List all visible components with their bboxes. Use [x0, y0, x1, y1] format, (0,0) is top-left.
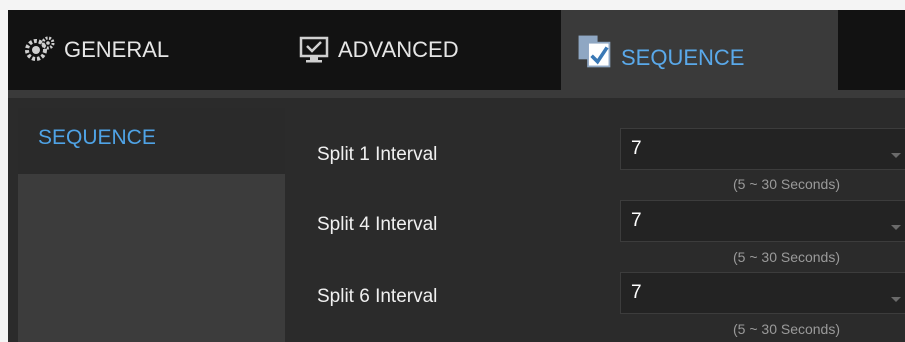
split1-interval-select[interactable]: 7 [620, 128, 905, 170]
tab-advanced[interactable]: ADVANCED [298, 10, 459, 90]
settings-panel: Split 1 Interval 7 (5 ~ 30 Seconds) Spli… [295, 108, 905, 342]
tab-general[interactable]: GENERAL [24, 10, 169, 90]
chevron-down-icon [891, 225, 901, 230]
sequence-icon [578, 35, 611, 68]
split6-interval-label: Split 6 Interval [317, 286, 438, 307]
split1-interval-value: 7 [631, 138, 642, 159]
chevron-down-icon [891, 297, 901, 302]
split6-interval-hint: (5 ~ 30 Seconds) [733, 321, 841, 337]
tab-underline-band [8, 90, 905, 98]
split4-interval-label: Split 4 Interval [317, 214, 438, 235]
monitor-icon [299, 36, 329, 63]
chevron-down-icon [891, 153, 901, 158]
gear-icon [25, 36, 55, 61]
tab-sequence-label: SEQUENCE [621, 45, 745, 70]
split1-interval-label: Split 1 Interval [317, 144, 438, 165]
tab-general-label: GENERAL [64, 37, 170, 62]
split4-interval-value: 7 [631, 210, 642, 231]
split4-interval-select[interactable]: 7 [620, 200, 905, 242]
sidebar: SEQUENCE [18, 108, 285, 342]
tab-advanced-label: ADVANCED [338, 37, 459, 62]
tab-bar: GENERAL ADVANCED SEQUENCE [8, 10, 905, 92]
split1-interval-hint: (5 ~ 30 Seconds) [733, 176, 841, 192]
sidebar-item-sequence[interactable]: SEQUENCE [18, 108, 285, 174]
top-edge [0, 0, 905, 10]
tab-sequence[interactable]: SEQUENCE [561, 10, 838, 92]
left-edge [0, 0, 8, 342]
split6-interval-value: 7 [631, 282, 642, 303]
split6-interval-select[interactable]: 7 [620, 272, 905, 314]
split4-interval-hint: (5 ~ 30 Seconds) [733, 249, 841, 265]
